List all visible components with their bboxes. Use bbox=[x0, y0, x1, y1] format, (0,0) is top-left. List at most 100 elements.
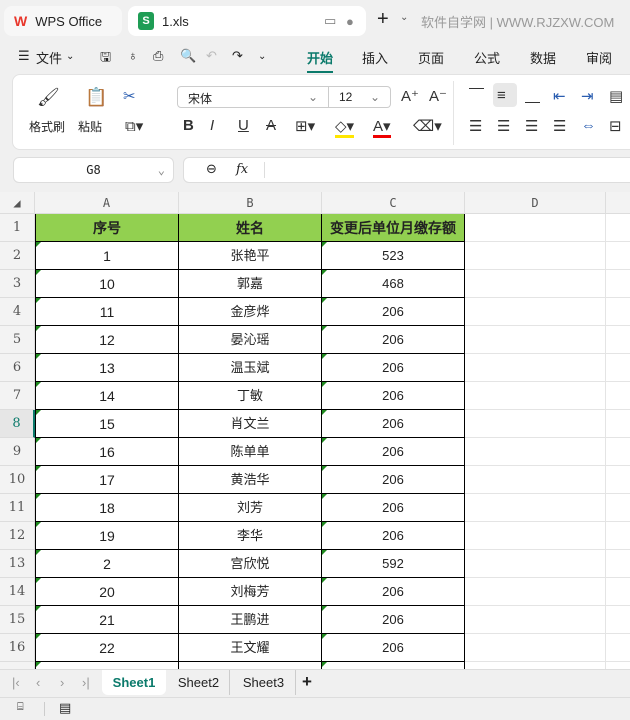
table-cell[interactable]: 宫欣悦 bbox=[179, 550, 322, 578]
row-header[interactable]: 16 bbox=[0, 634, 35, 662]
empty-cell[interactable] bbox=[465, 214, 606, 242]
empty-cell[interactable] bbox=[465, 550, 606, 578]
empty-cell[interactable] bbox=[606, 382, 630, 410]
wps-home-tab[interactable]: W WPS Office bbox=[4, 6, 122, 36]
table-cell[interactable]: 15 bbox=[35, 410, 179, 438]
empty-cell[interactable] bbox=[606, 298, 630, 326]
save-icon[interactable]: 🖫 bbox=[100, 48, 111, 70]
empty-cell[interactable] bbox=[465, 494, 606, 522]
tab-home[interactable]: 开始 bbox=[307, 48, 334, 73]
table-cell[interactable]: 刘芳 bbox=[179, 494, 322, 522]
justify-icon[interactable]: ☰ bbox=[553, 117, 566, 135]
align-right-icon[interactable]: ☰ bbox=[525, 117, 538, 135]
next-sheet-icon[interactable]: › bbox=[60, 675, 64, 690]
row-header[interactable]: 5 bbox=[0, 326, 35, 354]
share-icon[interactable]: ♁ bbox=[128, 48, 138, 63]
table-cell[interactable]: 郭嘉 bbox=[179, 270, 322, 298]
empty-cell[interactable] bbox=[606, 578, 630, 606]
table-cell[interactable]: 206 bbox=[322, 326, 465, 354]
row-header[interactable]: 13 bbox=[0, 550, 35, 578]
empty-cell[interactable] bbox=[606, 242, 630, 270]
copy-icon[interactable]: ⧉▾ bbox=[125, 117, 143, 135]
row-header[interactable]: 14 bbox=[0, 578, 35, 606]
column-header[interactable]: D bbox=[465, 192, 606, 214]
table-cell[interactable]: 王文耀 bbox=[179, 634, 322, 662]
empty-cell[interactable] bbox=[606, 494, 630, 522]
empty-cell[interactable] bbox=[465, 634, 606, 662]
empty-cell[interactable] bbox=[606, 214, 630, 242]
last-sheet-icon[interactable]: ›| bbox=[82, 675, 90, 690]
format-painter-icon[interactable]: 🖌 bbox=[37, 87, 60, 108]
more-icon[interactable]: ⌄ bbox=[258, 51, 266, 62]
undo-icon[interactable]: ↶ bbox=[206, 48, 217, 64]
cut-icon[interactable]: ✂ bbox=[123, 87, 136, 105]
paste-button[interactable]: 粘贴 bbox=[78, 118, 102, 135]
table-cell[interactable]: 523 bbox=[322, 242, 465, 270]
table-cell[interactable]: 13 bbox=[35, 354, 179, 382]
row-header[interactable]: 10 bbox=[0, 466, 35, 494]
row-header[interactable]: 3 bbox=[0, 270, 35, 298]
column-header[interactable]: B bbox=[179, 192, 322, 214]
header-cell[interactable]: 姓名 bbox=[179, 214, 322, 242]
table-cell[interactable]: 592 bbox=[322, 550, 465, 578]
empty-cell[interactable] bbox=[606, 270, 630, 298]
font-name-select[interactable]: 宋体 ⌄ bbox=[177, 86, 329, 108]
file-tab[interactable]: S 1.xls ▭ ● bbox=[128, 6, 366, 36]
chevron-down-icon[interactable]: ⌄ bbox=[400, 12, 408, 23]
font-size-select[interactable]: 12 ⌄ bbox=[329, 86, 391, 108]
table-cell[interactable] bbox=[322, 662, 465, 669]
table-cell[interactable]: 1 bbox=[35, 242, 179, 270]
decrease-indent-icon[interactable]: ⇤ bbox=[553, 87, 566, 105]
table-cell[interactable]: 20 bbox=[35, 578, 179, 606]
empty-cell[interactable] bbox=[465, 662, 606, 669]
table-cell[interactable]: 10 bbox=[35, 270, 179, 298]
empty-cell[interactable] bbox=[606, 410, 630, 438]
empty-cell[interactable] bbox=[606, 606, 630, 634]
empty-cell[interactable] bbox=[465, 410, 606, 438]
sheet-tab-sheet1[interactable]: Sheet1 bbox=[102, 670, 166, 695]
table-cell[interactable]: 王鹏进 bbox=[179, 606, 322, 634]
empty-cell[interactable] bbox=[465, 606, 606, 634]
table-cell[interactable]: 206 bbox=[322, 438, 465, 466]
table-cell[interactable]: 18 bbox=[35, 494, 179, 522]
table-cell[interactable]: 468 bbox=[322, 270, 465, 298]
macro-icon[interactable]: ⌸ bbox=[17, 701, 24, 714]
align-bottom-icon[interactable]: ⎽ bbox=[525, 87, 540, 104]
table-cell[interactable]: 206 bbox=[322, 410, 465, 438]
tab-review[interactable]: 审阅 bbox=[586, 48, 612, 67]
bold-icon[interactable]: B bbox=[183, 117, 194, 134]
empty-cell[interactable] bbox=[465, 466, 606, 494]
row-header[interactable]: 12 bbox=[0, 522, 35, 550]
print-preview-icon[interactable]: 🔍 bbox=[180, 48, 196, 64]
redo-icon[interactable]: ↷ bbox=[232, 48, 243, 64]
empty-cell[interactable] bbox=[465, 354, 606, 382]
sheet-tab-sheet3[interactable]: Sheet3 bbox=[232, 670, 296, 695]
tab-insert[interactable]: 插入 bbox=[362, 48, 388, 67]
empty-cell[interactable] bbox=[606, 326, 630, 354]
empty-cell[interactable] bbox=[606, 662, 630, 669]
header-cell[interactable]: 序号 bbox=[35, 214, 179, 242]
file-menu[interactable]: 文件 bbox=[36, 48, 62, 67]
sheet-tab-sheet2[interactable]: Sheet2 bbox=[168, 670, 230, 695]
row-header[interactable]: 15 bbox=[0, 606, 35, 634]
strikethrough-icon[interactable]: A bbox=[266, 117, 276, 134]
row-header[interactable]: 1 bbox=[0, 214, 35, 242]
italic-icon[interactable]: I bbox=[210, 117, 214, 134]
row-header[interactable]: 4 bbox=[0, 298, 35, 326]
align-middle-icon[interactable]: ≡ bbox=[497, 87, 506, 104]
merge-icon[interactable]: ⊟ bbox=[609, 117, 622, 135]
increase-indent-icon[interactable]: ⇥ bbox=[581, 87, 594, 105]
table-cell[interactable]: 22 bbox=[35, 634, 179, 662]
empty-cell[interactable] bbox=[465, 382, 606, 410]
align-left-icon[interactable]: ☰ bbox=[469, 117, 482, 135]
table-cell[interactable]: 206 bbox=[322, 522, 465, 550]
table-cell[interactable]: 206 bbox=[322, 298, 465, 326]
table-cell[interactable]: 黄浩华 bbox=[179, 466, 322, 494]
name-box[interactable]: G8 ⌄ bbox=[13, 157, 174, 183]
table-cell[interactable]: 晏沁瑶 bbox=[179, 326, 322, 354]
table-cell[interactable]: 12 bbox=[35, 326, 179, 354]
print-icon[interactable]: ⎙ bbox=[153, 48, 163, 64]
table-cell[interactable]: 21 bbox=[35, 606, 179, 634]
table-cell[interactable]: 206 bbox=[322, 494, 465, 522]
row-header[interactable]: 6 bbox=[0, 354, 35, 382]
